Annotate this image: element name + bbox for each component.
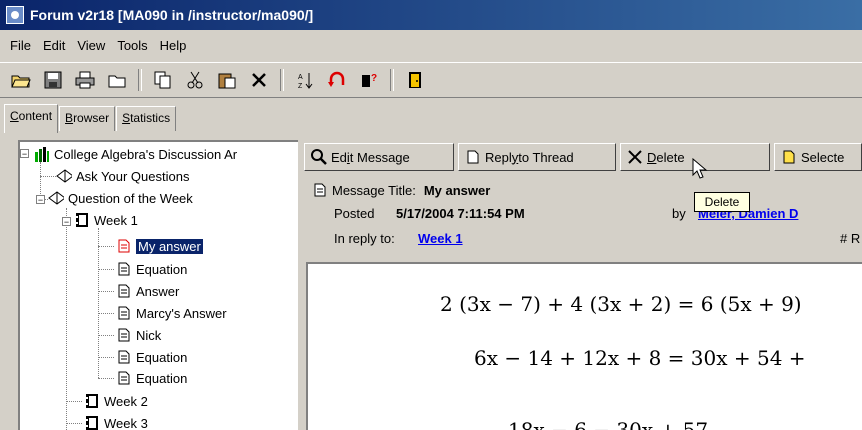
delete-x-icon <box>627 149 643 165</box>
copy-icon[interactable] <box>150 67 176 93</box>
by-label: by <box>672 206 686 221</box>
tree-item-message[interactable]: Nick <box>116 325 161 345</box>
tab-browser[interactable]: Browser <box>59 106 116 131</box>
tree-item-message[interactable]: Equation <box>116 347 187 367</box>
paste-icon[interactable] <box>214 67 240 93</box>
new-page-icon <box>465 149 481 165</box>
cut-icon[interactable] <box>182 67 208 93</box>
select-button[interactable]: Selecte <box>774 143 862 171</box>
window-title: Forum v2r18 [MA090 in /instructor/ma090/… <box>30 7 314 23</box>
equation-line-3: 18x − 6 − 30x + 57 <box>508 418 709 430</box>
message-icon <box>116 283 132 299</box>
message-number-label: # R <box>840 231 861 246</box>
menu-edit[interactable]: Edit <box>37 38 71 53</box>
tree-item-week3[interactable]: Week 3 <box>84 413 148 430</box>
tree-item-ask[interactable]: Ask Your Questions <box>56 166 189 186</box>
help-pointer-icon[interactable]: ? <box>356 67 382 93</box>
tree-connector <box>98 335 114 336</box>
edit-message-button[interactable]: Ed i t Message <box>304 143 454 171</box>
menu-bar: File Edit View Tools Help <box>0 30 862 60</box>
tab-content[interactable]: Content <box>4 104 59 133</box>
tree-connector <box>40 176 56 177</box>
discussion-tree[interactable]: − College Algebra's Discussion Ar Ask Yo… <box>18 140 298 430</box>
message-icon <box>116 370 132 386</box>
tree-connector <box>98 228 99 378</box>
tree-connector <box>98 313 114 314</box>
message-actions: Ed i t Message Repl y to Thread Delete Sele… <box>304 140 862 174</box>
message-body: 2 (3x − 7) + 4 (3x + 2) = 6 (5x + 9) 6x … <box>306 262 862 430</box>
toolbar-separator <box>280 69 284 91</box>
message-icon <box>116 349 132 365</box>
tree-connector <box>98 269 114 270</box>
binder-icon <box>84 393 100 409</box>
menu-tools[interactable]: Tools <box>111 38 153 53</box>
delete-tooltip: Delete <box>694 192 750 212</box>
tree-connector <box>98 246 114 247</box>
message-red-icon <box>116 238 132 254</box>
binder-icon <box>74 212 90 228</box>
sort-icon[interactable]: AZ <box>292 67 318 93</box>
tree-item-week1[interactable]: Week 1 <box>74 210 138 230</box>
message-icon <box>312 182 328 198</box>
tree-item-message[interactable]: Marcy's Answer <box>116 303 227 323</box>
toolbar: AZ ? <box>0 62 862 98</box>
delete-x-icon[interactable] <box>246 67 272 93</box>
tree-connector <box>66 208 67 430</box>
svg-text:Z: Z <box>298 83 303 89</box>
collapse-toggle[interactable]: − <box>20 149 29 159</box>
svg-text:?: ? <box>371 73 377 84</box>
book-icon <box>56 168 72 184</box>
equation-line-1: 2 (3x − 7) + 4 (3x + 2) = 6 (5x + 9) <box>440 292 802 316</box>
tree-item-message[interactable]: Answer <box>116 281 179 301</box>
undo-arrow-icon[interactable] <box>324 67 350 93</box>
svg-text:A: A <box>298 74 303 81</box>
posted-label: Posted <box>334 206 375 221</box>
open-folder-icon[interactable] <box>8 67 34 93</box>
print-icon[interactable] <box>72 67 98 93</box>
reply-to-link[interactable]: Week 1 <box>418 231 463 246</box>
toolbar-separator <box>138 69 142 91</box>
view-tabs: Content Browser Statistics <box>4 104 177 133</box>
tree-item-message[interactable]: Equation <box>116 259 187 279</box>
message-title: My answer <box>423 182 491 198</box>
equation-line-2: 6x − 14 + 12x + 8 = 30x + 54 + <box>474 346 806 370</box>
book-icon <box>48 190 64 206</box>
tree-item-qotw[interactable]: Question of the Week <box>48 188 193 208</box>
app-icon <box>6 6 24 24</box>
tree-item-week2[interactable]: Week 2 <box>84 391 148 411</box>
message-title-row: Message Title: My answer <box>312 182 490 198</box>
collapse-toggle[interactable]: − <box>36 195 45 205</box>
exit-door-icon[interactable] <box>402 67 428 93</box>
message-icon <box>116 327 132 343</box>
tree-connector <box>66 401 82 402</box>
save-icon[interactable] <box>40 67 66 93</box>
message-icon <box>116 261 132 277</box>
magnifier-icon <box>311 149 327 165</box>
books-icon <box>34 146 50 162</box>
tree-connector <box>98 291 114 292</box>
menu-help[interactable]: Help <box>154 38 193 53</box>
message-icon <box>116 305 132 321</box>
reply-to-thread-button[interactable]: Repl y to Thread <box>458 143 616 171</box>
tree-root[interactable]: College Algebra's Discussion Ar <box>34 144 237 164</box>
tree-connector <box>66 423 82 424</box>
menu-file[interactable]: File <box>4 38 37 53</box>
tree-item-message[interactable]: Equation <box>116 368 187 388</box>
note-icon <box>781 149 797 165</box>
binder-icon <box>84 415 100 430</box>
posted-date: 5/17/2004 7:11:54 PM <box>396 206 525 221</box>
message-header: Message Title: My answer Posted 5/17/200… <box>304 176 862 260</box>
tree-connector <box>98 357 114 358</box>
collapse-toggle[interactable]: − <box>62 217 71 227</box>
tree-connector <box>98 378 114 379</box>
folder-icon[interactable] <box>104 67 130 93</box>
title-bar: Forum v2r18 [MA090 in /instructor/ma090/… <box>0 0 862 30</box>
menu-view[interactable]: View <box>71 38 111 53</box>
reply-label: In reply to: <box>334 231 395 246</box>
toolbar-separator <box>390 69 394 91</box>
tree-item-message[interactable]: My answer <box>116 236 204 256</box>
mouse-cursor-icon <box>692 157 708 183</box>
tab-statistics[interactable]: Statistics <box>116 106 177 131</box>
